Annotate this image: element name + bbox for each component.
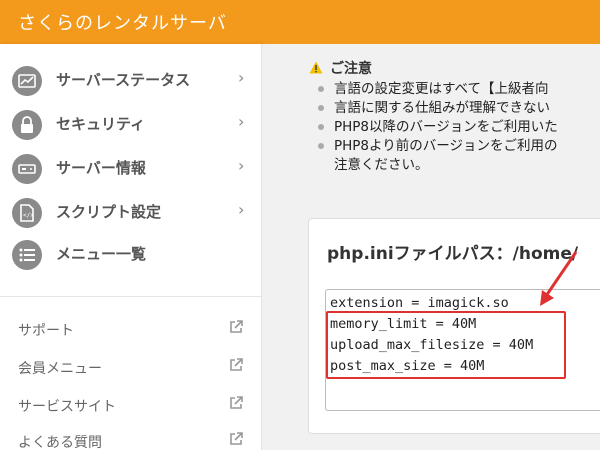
sidebar-link-label: 会員メニュー [18, 361, 102, 377]
script-file-icon: </> [12, 198, 42, 228]
sidebar-link-label: サービスサイト [18, 399, 116, 415]
code-line: extension = imagick.so [330, 295, 509, 311]
sidebar-item-label: サーバー情報 [56, 159, 146, 177]
sidebar-link-label: よくある質問 [18, 435, 102, 450]
lock-icon [12, 110, 42, 140]
warning-icon [309, 61, 323, 74]
app-header: さくらのレンタルサーバ [0, 0, 600, 44]
sidebar-item-label: セキュリティ [56, 115, 146, 133]
chevron-right-icon: › [238, 68, 245, 87]
list-icon [12, 240, 42, 270]
notice-list: 言語の設定変更はすべて【上級者向 言語に関する仕組みが理解できない PHP8以降… [314, 80, 600, 156]
server-icon [12, 154, 42, 184]
sidebar-item-security[interactable]: セキュリティ › [0, 104, 262, 144]
chevron-right-icon: › [238, 200, 245, 219]
notice-item: PHP8より前のバージョンをご利用の [314, 137, 600, 156]
notice-item: 言語の設定変更はすべて【上級者向 [314, 80, 600, 99]
sidebar-item-server-status[interactable]: サーバーステータス › [0, 60, 262, 100]
sidebar-link-label: サポート [18, 323, 74, 339]
external-link-icon [230, 320, 243, 333]
chevron-right-icon: › [238, 156, 245, 175]
external-link-icon [230, 358, 243, 371]
sidebar-item-label: スクリプト設定 [56, 203, 162, 221]
external-link-icon [230, 396, 243, 409]
sidebar-link-support[interactable]: サポート [0, 316, 262, 346]
notice-title: ご注意 [330, 61, 372, 77]
main-content: ご注意 言語の設定変更はすべて【上級者向 言語に関する仕組みが理解できない PH… [262, 44, 600, 450]
notice-continuation: 注意ください。 [334, 157, 429, 173]
sidebar-link-faq[interactable]: よくある質問 [0, 428, 262, 450]
chevron-right-icon: › [238, 112, 245, 131]
highlight-box [326, 311, 566, 379]
sidebar-divider [0, 296, 262, 297]
sidebar-item-menu-list[interactable]: メニュー一覧 [0, 234, 262, 274]
notice-item: PHP8以降のバージョンをご利用いた [314, 118, 600, 137]
app-title: さくらのレンタルサーバ [18, 13, 227, 34]
sidebar-link-service-site[interactable]: サービスサイト [0, 392, 262, 422]
sidebar-item-server-info[interactable]: サーバー情報 › [0, 148, 262, 188]
sidebar-item-label: サーバーステータス [56, 71, 191, 89]
svg-text:</>: </> [23, 212, 34, 219]
sidebar-item-script-settings[interactable]: </> スクリプト設定 › [0, 192, 262, 232]
notice-item: 言語に関する仕組みが理解できない [314, 99, 600, 118]
annotation-arrow-icon [540, 251, 578, 306]
sidebar-item-label: メニュー一覧 [56, 245, 147, 263]
sidebar-link-member-menu[interactable]: 会員メニュー [0, 354, 262, 384]
sidebar: サーバーステータス › セキュリティ › サーバー情報 › </> スクリプト設… [0, 44, 262, 450]
app-window: さくらのレンタルサーバ サーバーステータス › セキュリティ › サーバー情報 … [0, 0, 600, 450]
external-link-icon [230, 432, 243, 445]
chart-icon [12, 66, 42, 96]
